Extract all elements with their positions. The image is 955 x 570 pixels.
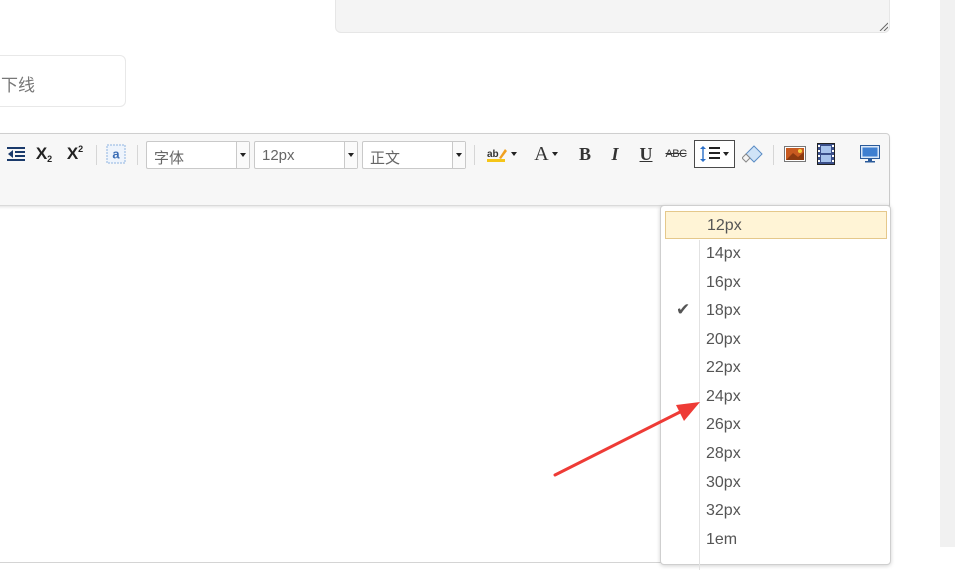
- option-label: 20px: [706, 331, 741, 348]
- subscript-number: 2: [47, 154, 53, 164]
- editor-toolbar: X2 X2 a 字体 12px 正文 ab A B I U ABC: [0, 134, 889, 206]
- strikethrough-button[interactable]: ABC: [663, 142, 689, 166]
- line-height-option-12px[interactable]: 12px: [665, 211, 887, 239]
- forecolor-dropdown-icon[interactable]: [551, 152, 558, 156]
- line-height-button[interactable]: [694, 140, 735, 168]
- line-height-dropdown-icon: [723, 152, 729, 156]
- font-size-dropdown-arrow[interactable]: [344, 142, 357, 168]
- line-height-option-22px[interactable]: 22px: [665, 354, 887, 382]
- status-input[interactable]: 下线: [0, 55, 126, 107]
- font-family-dropdown-arrow[interactable]: [236, 142, 249, 168]
- toolbar-separator: [137, 145, 138, 165]
- italic-label: I: [611, 143, 619, 164]
- checkmark-icon: ✔: [676, 300, 691, 319]
- line-height-option-18px[interactable]: ✔ 18px: [665, 297, 887, 325]
- forecolor-icon[interactable]: A: [529, 142, 563, 166]
- superscript-number: 2: [78, 144, 84, 154]
- option-label: 22px: [706, 359, 741, 376]
- resize-grip-icon[interactable]: [878, 21, 888, 31]
- option-label: 28px: [706, 445, 741, 462]
- paragraph-format-dropdown-arrow[interactable]: [452, 142, 465, 168]
- underline-label: U: [639, 143, 653, 164]
- font-size-value: 12px: [262, 147, 295, 164]
- description-textarea[interactable]: [335, 0, 890, 33]
- backcolor-icon[interactable]: ab: [483, 142, 519, 166]
- line-height-option-14px[interactable]: 14px: [665, 240, 887, 268]
- option-label: 12px: [707, 217, 742, 234]
- line-height-option-1em[interactable]: 1em: [665, 526, 887, 554]
- auto-typeset-icon[interactable]: a: [105, 142, 127, 166]
- toolbar-separator: [474, 145, 475, 165]
- subscript-icon[interactable]: X2: [31, 142, 57, 166]
- paragraph-format-select[interactable]: 正文: [362, 141, 466, 169]
- indent-icon[interactable]: [5, 142, 27, 166]
- annotation-arrow-icon: [553, 402, 700, 477]
- paragraph-format-value: 正文: [370, 150, 401, 167]
- page-scrollbar-thumb[interactable]: [940, 0, 955, 547]
- option-label: 18px: [706, 302, 741, 319]
- svg-text:a: a: [112, 147, 120, 162]
- option-label: 30px: [706, 474, 741, 491]
- font-size-select[interactable]: 12px: [254, 141, 358, 169]
- line-height-icon: [700, 146, 720, 162]
- strikethrough-label: ABC: [665, 148, 687, 160]
- subscript-x: X: [35, 144, 48, 163]
- preview-icon[interactable]: [858, 142, 882, 166]
- option-label: 26px: [706, 416, 741, 433]
- toolbar-separator: [773, 145, 774, 165]
- bold-button[interactable]: B: [574, 142, 596, 166]
- bold-label: B: [578, 143, 591, 164]
- font-family-select[interactable]: 字体: [146, 141, 250, 169]
- image-icon[interactable]: [783, 142, 807, 166]
- eraser-icon[interactable]: [741, 142, 765, 166]
- backcolor-dropdown-icon[interactable]: [510, 152, 517, 156]
- italic-button[interactable]: I: [604, 142, 626, 166]
- toolbar-separator: [96, 145, 97, 165]
- line-height-dropdown-menu: 12px 14px 16px ✔ 18px 20px 22px 24px 26p…: [660, 205, 891, 570]
- option-label: 32px: [706, 502, 741, 519]
- video-icon[interactable]: [815, 142, 837, 166]
- font-family-value: 字体: [154, 150, 185, 167]
- option-label: 14px: [706, 245, 741, 262]
- superscript-x: X: [66, 144, 79, 163]
- line-height-option-20px[interactable]: 20px: [665, 326, 887, 354]
- option-label: 1em: [706, 531, 738, 548]
- svg-text:ab: ab: [487, 149, 499, 160]
- option-label: 16px: [706, 274, 741, 291]
- underline-button[interactable]: U: [635, 142, 657, 166]
- line-height-option-32px[interactable]: 32px: [665, 497, 887, 525]
- superscript-icon[interactable]: X2: [62, 142, 88, 166]
- forecolor-letter: A: [534, 142, 549, 165]
- option-label: 24px: [706, 388, 741, 405]
- line-height-option-16px[interactable]: 16px: [665, 269, 887, 297]
- status-input-value: 下线: [1, 76, 35, 95]
